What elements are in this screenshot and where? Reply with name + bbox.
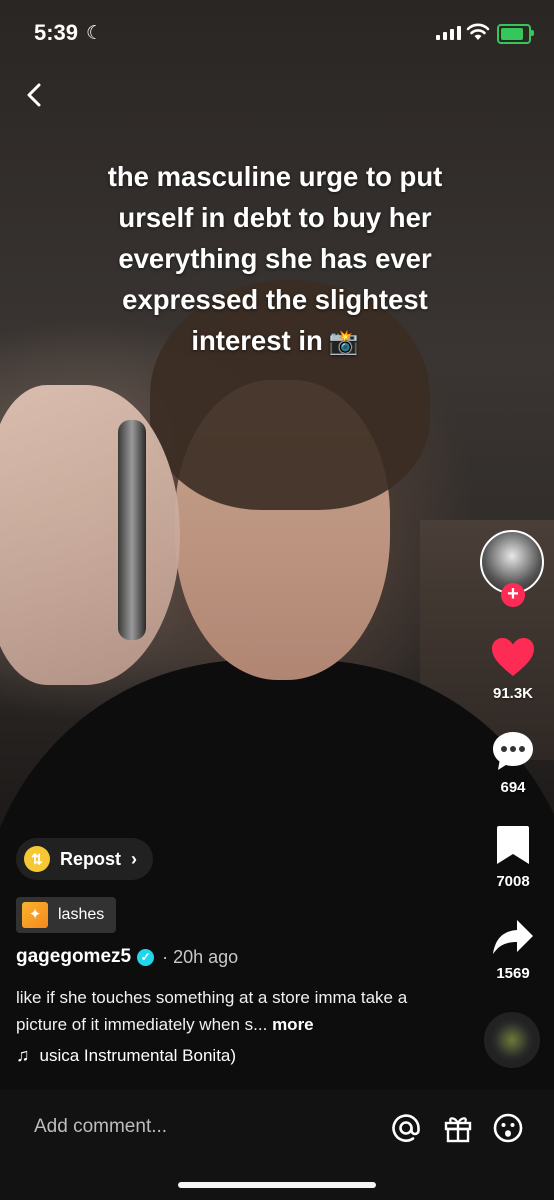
effect-sparkle-icon: ✦	[22, 902, 48, 928]
music-title: usica Instrumental Bonita)	[39, 1045, 237, 1065]
caption-line: everything she has ever	[118, 243, 432, 274]
comment-input[interactable]: Add comment...	[34, 1116, 167, 1138]
comment-bubble-icon	[493, 732, 533, 770]
author-row: gagegomez5 ✓ · 20h ago	[16, 946, 238, 968]
repost-button[interactable]: ⇅ Repost ›	[16, 838, 154, 880]
repost-icon: ⇅	[24, 846, 50, 872]
share-button[interactable]: 1569	[480, 918, 546, 982]
home-indicator[interactable]	[178, 1182, 376, 1188]
gift-icon[interactable]	[442, 1112, 474, 1144]
music-disc-icon[interactable]	[484, 1012, 540, 1068]
effect-chip[interactable]: ✦ lashes	[16, 897, 117, 933]
like-button[interactable]: 91.3K	[480, 636, 546, 702]
music-row[interactable]: ♫ usica Instrumental Bonita)	[16, 1045, 236, 1066]
caption-line: expressed the slightest	[122, 284, 428, 315]
person-hand	[0, 385, 180, 685]
caption-line: the masculine urge to put	[107, 161, 443, 192]
heart-icon	[492, 638, 534, 676]
posted-time: · 20h ago	[162, 946, 239, 967]
chevron-right-icon: ›	[131, 848, 138, 869]
mention-at-icon[interactable]	[390, 1112, 422, 1144]
bookmark-button[interactable]: 7008	[480, 824, 546, 890]
share-arrow-icon	[493, 920, 533, 954]
music-note-icon: ♫	[16, 1045, 30, 1065]
status-bar: 5:39 ☾	[0, 0, 554, 64]
comment-count: 694	[500, 779, 526, 796]
video-caption: the masculine urge to put urself in debt…	[60, 156, 490, 363]
back-button[interactable]	[20, 80, 50, 110]
verified-icon: ✓	[137, 948, 155, 966]
caption-line: urself in debt to buy her	[118, 202, 432, 233]
repost-label: Repost	[60, 848, 122, 869]
emoji-icon[interactable]	[492, 1112, 524, 1144]
bookmark-icon	[497, 826, 529, 864]
username[interactable]: gagegomez5	[16, 946, 131, 968]
description-text: like if she touches something at a store…	[16, 988, 408, 1034]
caption-text: interest in	[191, 325, 323, 356]
signal-icon	[436, 26, 461, 40]
wifi-icon	[466, 23, 490, 40]
like-count: 91.3K	[492, 685, 534, 702]
battery-charging-icon	[497, 24, 534, 44]
camera-flash-icon: 📸	[328, 329, 359, 356]
tiktok-video-screen[interactable]: 5:39 ☾ the masculine urge to put urself …	[0, 0, 554, 1200]
post-description[interactable]: like if she touches something at a store…	[16, 984, 436, 1038]
share-count: 1569	[496, 965, 530, 982]
follow-plus-button[interactable]: +	[501, 583, 525, 607]
moon-icon: ☾	[86, 23, 104, 44]
caption-line-last: interest in 📸	[60, 320, 490, 363]
comment-button[interactable]: 694	[480, 730, 546, 796]
status-time: 5:39	[34, 20, 79, 45]
bookmark-count: 7008	[496, 873, 530, 890]
more-link[interactable]: more	[272, 1015, 314, 1034]
held-phone	[118, 420, 146, 640]
effect-label: lashes	[58, 906, 105, 923]
